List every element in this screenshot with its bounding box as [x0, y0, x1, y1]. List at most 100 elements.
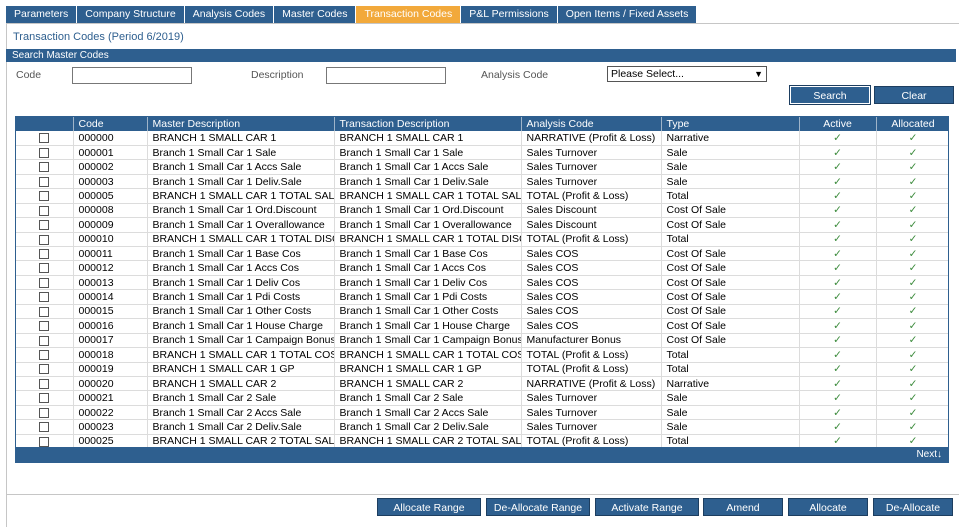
type-cell: Sale: [661, 405, 800, 421]
row-checkbox[interactable]: [39, 205, 50, 216]
table-row[interactable]: 000008 Branch 1 Small Car 1 Ord.Discount B…: [16, 203, 948, 219]
table-row[interactable]: 000000 BRANCH 1 SMALL CAR 1 BRANCH 1 SMALL…: [16, 131, 948, 146]
search-button[interactable]: Search: [789, 85, 871, 105]
table-row[interactable]: 000010 BRANCH 1 SMALL CAR 1 TOTAL DISC BRA…: [16, 232, 948, 248]
row-checkbox[interactable]: [39, 263, 50, 274]
master-description-cell: BRANCH 1 SMALL CAR 1 GP: [147, 362, 335, 377]
type-cell: Narrative: [661, 131, 800, 146]
table-row[interactable]: 000011 Branch 1 Small Car 1 Base Cos Branc…: [16, 246, 948, 262]
row-checkbox[interactable]: [39, 407, 50, 418]
tab-pl-permissions[interactable]: P&L Permissions: [461, 6, 558, 23]
row-checkbox[interactable]: [39, 220, 50, 231]
master-description-cell: Branch 1 Small Car 1 Campaign Bonus: [147, 333, 335, 349]
row-checkbox[interactable]: [39, 378, 50, 389]
table-row[interactable]: 000019 BRANCH 1 SMALL CAR 1 GP BRANCH 1 SM…: [16, 362, 948, 377]
code-column-header[interactable]: Code: [73, 117, 148, 131]
tab-company-structure[interactable]: Company Structure: [77, 6, 185, 23]
analysis-code-column-header[interactable]: Analysis Code: [521, 117, 662, 131]
master-description-cell: Branch 1 Small Car 1 Ord.Discount: [147, 203, 335, 219]
deallocate-range-button[interactable]: De-Allocate Range: [486, 498, 590, 516]
table-row[interactable]: 000013 Branch 1 Small Car 1 Deliv Cos Bran…: [16, 275, 948, 291]
type-cell: Cost Of Sale: [661, 333, 800, 349]
activate-range-button[interactable]: Activate Range: [595, 498, 699, 516]
row-checkbox[interactable]: [39, 335, 50, 346]
row-checkbox[interactable]: [39, 292, 50, 303]
row-checkbox[interactable]: [39, 321, 50, 332]
row-checkbox[interactable]: [39, 234, 50, 245]
tab-analysis-codes[interactable]: Analysis Codes: [184, 6, 275, 23]
master-description-cell: BRANCH 1 SMALL CAR 1 TOTAL DISC: [147, 232, 335, 248]
deallocate-button[interactable]: De-Allocate: [873, 498, 953, 516]
active-check-icon: ✓: [799, 318, 877, 334]
clear-button[interactable]: Clear: [874, 86, 954, 104]
code-input[interactable]: [72, 67, 192, 84]
allocated-check-icon: ✓: [876, 246, 948, 262]
master-description-cell: Branch 1 Small Car 2 Accs Sale: [147, 405, 335, 421]
active-check-icon: ✓: [799, 289, 877, 305]
row-select-cell: [16, 232, 74, 248]
type-cell: Cost Of Sale: [661, 246, 800, 262]
transaction-description-column-header[interactable]: Transaction Description: [334, 117, 522, 131]
code-cell: 000017: [73, 333, 148, 349]
row-checkbox[interactable]: [39, 436, 50, 447]
row-checkbox[interactable]: [39, 191, 50, 202]
allocated-check-icon: ✓: [876, 333, 948, 349]
table-row[interactable]: 000016 Branch 1 Small Car 1 House Charge B…: [16, 318, 948, 334]
tab-parameters[interactable]: Parameters: [6, 6, 78, 23]
table-row[interactable]: 000023 Branch 1 Small Car 2 Deliv.Sale Bra…: [16, 419, 948, 435]
analysis-code-cell: NARRATIVE (Profit & Loss): [521, 131, 662, 146]
active-check-icon: ✓: [799, 188, 877, 204]
analysis-code-cell: Manufacturer Bonus: [521, 333, 662, 349]
table-row[interactable]: 000015 Branch 1 Small Car 1 Other Costs Br…: [16, 304, 948, 320]
table-row[interactable]: 000021 Branch 1 Small Car 2 Sale Branch 1 …: [16, 390, 948, 406]
row-select-cell: [16, 246, 74, 262]
row-select-cell: [16, 260, 74, 276]
table-row[interactable]: 000020 BRANCH 1 SMALL CAR 2 BRANCH 1 SMALL…: [16, 376, 948, 392]
row-select-cell: [16, 159, 74, 175]
transaction-description-cell: Branch 1 Small Car 1 Accs Sale: [334, 159, 522, 175]
row-checkbox[interactable]: [39, 422, 50, 433]
code-cell: 000009: [73, 217, 148, 233]
row-checkbox[interactable]: [39, 277, 50, 288]
row-checkbox[interactable]: [39, 147, 50, 158]
row-checkbox[interactable]: [39, 393, 50, 404]
row-checkbox[interactable]: [39, 364, 50, 375]
active-column-header[interactable]: Active: [799, 117, 877, 131]
allocated-column-header[interactable]: Allocated: [876, 117, 948, 131]
row-select-cell: [16, 188, 74, 204]
tab-master-codes[interactable]: Master Codes: [274, 6, 357, 23]
analysis-code-select[interactable]: Please Select... ▼: [607, 66, 767, 82]
row-checkbox[interactable]: [39, 350, 50, 360]
row-select-cell: [16, 376, 74, 392]
table-row[interactable]: 000018 BRANCH 1 SMALL CAR 1 TOTAL COS BRAN…: [16, 347, 948, 363]
next-page-link[interactable]: Next↓: [916, 449, 942, 460]
table-row[interactable]: 000002 Branch 1 Small Car 1 Accs Sale Bran…: [16, 159, 948, 175]
table-row[interactable]: 000009 Branch 1 Small Car 1 Overallowance…: [16, 217, 948, 233]
type-column-header[interactable]: Type: [661, 117, 800, 131]
master-description-column-header[interactable]: Master Description: [147, 117, 335, 131]
select-column-header: [16, 117, 74, 131]
type-cell: Total: [661, 362, 800, 377]
allocate-button[interactable]: Allocate: [788, 498, 868, 516]
amend-button[interactable]: Amend: [703, 498, 783, 516]
description-input[interactable]: [326, 67, 446, 84]
tab-open-items-fixed-assets[interactable]: Open Items / Fixed Assets: [557, 6, 698, 23]
table-row[interactable]: 000022 Branch 1 Small Car 2 Accs Sale Bran…: [16, 405, 948, 421]
row-checkbox[interactable]: [39, 162, 50, 173]
active-check-icon: ✓: [799, 260, 877, 276]
table-row[interactable]: 000017 Branch 1 Small Car 1 Campaign Bonu…: [16, 333, 948, 349]
table-row[interactable]: 000001 Branch 1 Small Car 1 Sale Branch 1 …: [16, 145, 948, 161]
table-row[interactable]: 000003 Branch 1 Small Car 1 Deliv.Sale Bra…: [16, 174, 948, 190]
transaction-codes-table: Code Master Description Transaction Desc…: [15, 116, 949, 463]
row-checkbox[interactable]: [39, 306, 50, 317]
table-row[interactable]: 000014 Branch 1 Small Car 1 Pdi Costs Bran…: [16, 289, 948, 305]
table-row[interactable]: 000012 Branch 1 Small Car 1 Accs Cos Branc…: [16, 260, 948, 276]
active-check-icon: ✓: [799, 275, 877, 291]
allocated-check-icon: ✓: [876, 260, 948, 276]
row-checkbox[interactable]: [39, 133, 50, 144]
table-row[interactable]: 000005 BRANCH 1 SMALL CAR 1 TOTAL SALES BR…: [16, 188, 948, 204]
row-checkbox[interactable]: [39, 176, 50, 187]
tab-transaction-codes[interactable]: Transaction Codes: [356, 6, 462, 23]
row-checkbox[interactable]: [39, 248, 50, 259]
allocate-range-button[interactable]: Allocate Range: [377, 498, 481, 516]
